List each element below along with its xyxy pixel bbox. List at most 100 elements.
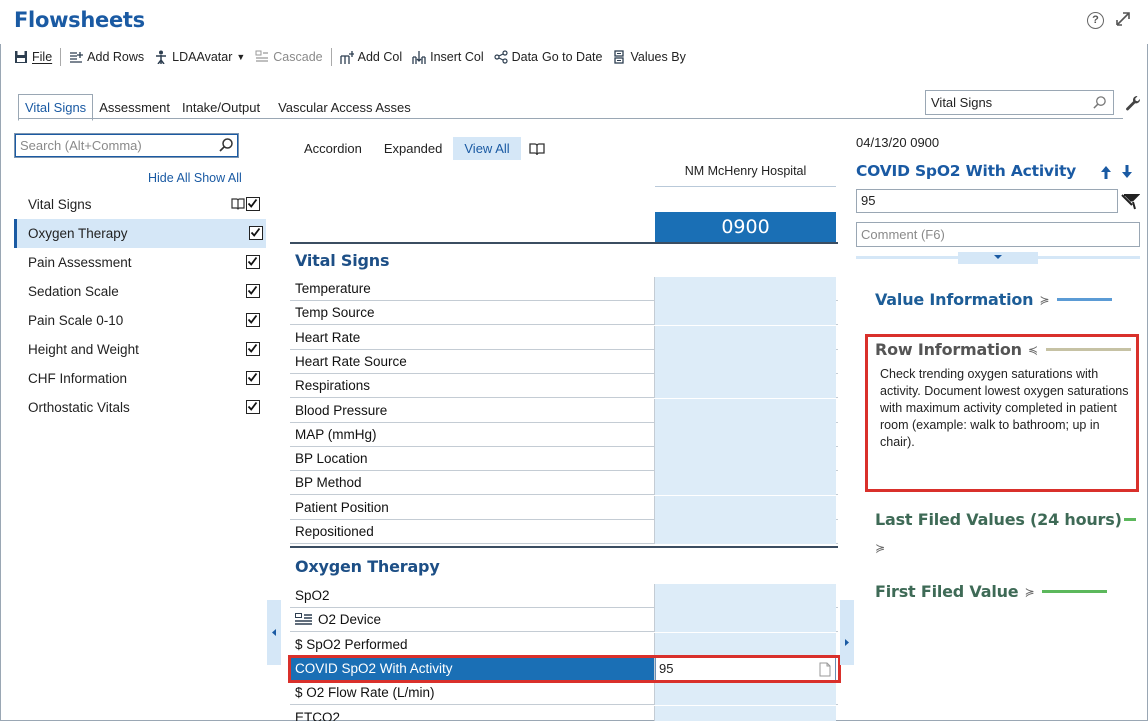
section-checkbox[interactable] <box>246 342 260 356</box>
data-button[interactable]: Data <box>494 50 538 64</box>
section-checkbox[interactable] <box>249 226 263 240</box>
first-filed-label: First Filed Value <box>875 582 1019 601</box>
sidebar-item[interactable]: Oxygen Therapy <box>14 219 266 248</box>
sidebar-item[interactable]: Vital Signs <box>14 190 266 219</box>
section-checkbox[interactable] <box>246 371 260 385</box>
section-checkbox[interactable] <box>246 255 260 269</box>
table-row[interactable]: MAP (mmHg) <box>290 422 838 447</box>
values-by-button[interactable]: Values By <box>612 50 686 64</box>
row-value-cell[interactable] <box>655 374 836 399</box>
sidebar-item[interactable]: Pain Assessment <box>14 248 266 277</box>
row-value-cell[interactable] <box>655 632 836 657</box>
tab-assessment[interactable]: Assessment <box>93 95 176 120</box>
row-value-cell[interactable] <box>655 495 836 520</box>
section-checkbox[interactable] <box>246 197 260 211</box>
sidebar-item[interactable]: Orthostatic Vitals <box>14 393 266 422</box>
sidebar-item[interactable]: CHF Information <box>14 364 266 393</box>
search-icon[interactable] <box>1092 95 1107 110</box>
tab-vascular-access[interactable]: Vascular Access Asses <box>266 95 417 120</box>
arrow-up-icon[interactable] <box>1101 166 1111 179</box>
scroll-right-button[interactable] <box>840 600 854 665</box>
view-all-button[interactable]: View All <box>453 137 521 160</box>
table-row[interactable]: Temp Source <box>290 301 838 326</box>
file-button[interactable]: File <box>14 50 52 64</box>
row-label: Heart Rate <box>290 325 655 350</box>
sidebar-item-label: Sedation Scale <box>28 284 119 299</box>
row-value-cell[interactable] <box>655 608 836 633</box>
column-time[interactable]: 0900 <box>655 212 836 242</box>
hide-all-link[interactable]: Hide All <box>148 171 190 185</box>
sidebar-item[interactable]: Pain Scale 0-10 <box>14 306 266 335</box>
row-value-cell[interactable] <box>655 422 836 447</box>
row-value-cell[interactable] <box>655 301 836 326</box>
table-row[interactable]: $ O2 Flow Rate (L/min) <box>290 681 838 706</box>
comment-input[interactable]: Comment (F6) <box>856 222 1140 247</box>
selected-datetime: 04/13/20 0900 <box>856 135 940 150</box>
table-row[interactable]: Heart Rate Source <box>290 349 838 374</box>
row-value-cell[interactable] <box>655 681 836 706</box>
insert-col-icon <box>412 51 426 64</box>
book-icon[interactable] <box>231 198 245 210</box>
add-col-button[interactable]: Add Col <box>339 50 403 64</box>
row-value-cell[interactable] <box>655 471 836 496</box>
section-checkbox[interactable] <box>246 313 260 327</box>
row-label: Temperature <box>290 277 655 301</box>
expand-chevron-icon[interactable]: ≽ <box>875 541 885 555</box>
table-row[interactable]: O2 Device <box>290 608 838 633</box>
accordion-button[interactable]: Accordion <box>293 137 373 160</box>
row-value-input[interactable]: 95 <box>856 189 1118 213</box>
row-value-cell[interactable] <box>655 447 836 472</box>
first-filed-header[interactable]: First Filed Value ≽ <box>875 582 1108 601</box>
row-value-cell[interactable] <box>655 277 836 301</box>
expanded-button[interactable]: Expanded <box>373 137 454 160</box>
last-filed-header[interactable]: Last Filed Values (24 hours) <box>875 510 1136 529</box>
flowsheet-search-input[interactable]: Vital Signs <box>925 90 1114 115</box>
table-row[interactable]: $ SpO2 Performed <box>290 632 838 657</box>
sidebar-item[interactable]: Height and Weight <box>14 335 266 364</box>
row-value-cell[interactable] <box>655 520 836 544</box>
tab-intake-output[interactable]: Intake/Output <box>176 95 266 120</box>
help-icon[interactable]: ? <box>1087 12 1104 29</box>
row-nav-arrows <box>1101 165 1132 179</box>
collapse-toggle[interactable] <box>856 252 1140 264</box>
row-value-cell[interactable] <box>655 349 836 374</box>
section-checkbox[interactable] <box>246 400 260 414</box>
section-checkbox[interactable] <box>246 284 260 298</box>
table-row[interactable]: SpO2 <box>290 584 838 608</box>
search-icon[interactable] <box>218 137 234 153</box>
table-row[interactable]: Respirations <box>290 374 838 399</box>
cascade-button[interactable]: Cascade <box>255 50 323 64</box>
sidebar-item[interactable]: Sedation Scale <box>14 277 266 306</box>
table-row[interactable]: BP Method <box>290 471 838 496</box>
show-all-link[interactable]: Show All <box>194 171 242 185</box>
section-search-input[interactable]: Search (Alt+Comma) <box>14 133 239 158</box>
insert-col-button[interactable]: Insert Col <box>412 50 484 64</box>
row-value-cell[interactable] <box>655 584 836 608</box>
value-information-header[interactable]: Value Information ≽ <box>875 290 1113 309</box>
scroll-left-button[interactable] <box>267 600 281 665</box>
table-row[interactable]: Patient Position <box>290 495 838 520</box>
table-row[interactable]: Temperature <box>290 277 838 301</box>
toolbar: File Add Rows LDAAvatar ▼ Cascade Add Co… <box>0 42 1148 72</box>
expand-icon[interactable] <box>1114 10 1132 28</box>
book-icon[interactable] <box>529 142 545 156</box>
tab-vital-signs[interactable]: Vital Signs <box>18 94 94 121</box>
wrench-icon[interactable] <box>1124 94 1142 112</box>
arrow-down-icon[interactable] <box>1122 165 1132 178</box>
lda-avatar-button[interactable]: LDAAvatar ▼ <box>154 50 245 64</box>
checkmark-icon <box>247 256 258 266</box>
table-row[interactable]: BP Location <box>290 447 838 472</box>
toolbar-divider <box>330 48 332 66</box>
table-row[interactable]: Heart Rate <box>290 325 838 350</box>
row-value-cell[interactable] <box>655 398 836 423</box>
row-value-cell[interactable] <box>655 325 836 350</box>
add-col-label: Add Col <box>357 50 403 64</box>
add-rows-button[interactable]: Add Rows <box>69 50 144 64</box>
table-row[interactable]: Repositioned <box>290 520 838 544</box>
app-title: Flowsheets <box>14 8 145 32</box>
row-value-cell[interactable] <box>655 705 836 721</box>
filter-icon[interactable] <box>1120 192 1140 210</box>
table-row[interactable]: Blood Pressure <box>290 398 838 423</box>
go-to-date-button[interactable]: Go to Date <box>542 50 602 64</box>
table-row[interactable]: ETCO2 <box>290 705 838 721</box>
